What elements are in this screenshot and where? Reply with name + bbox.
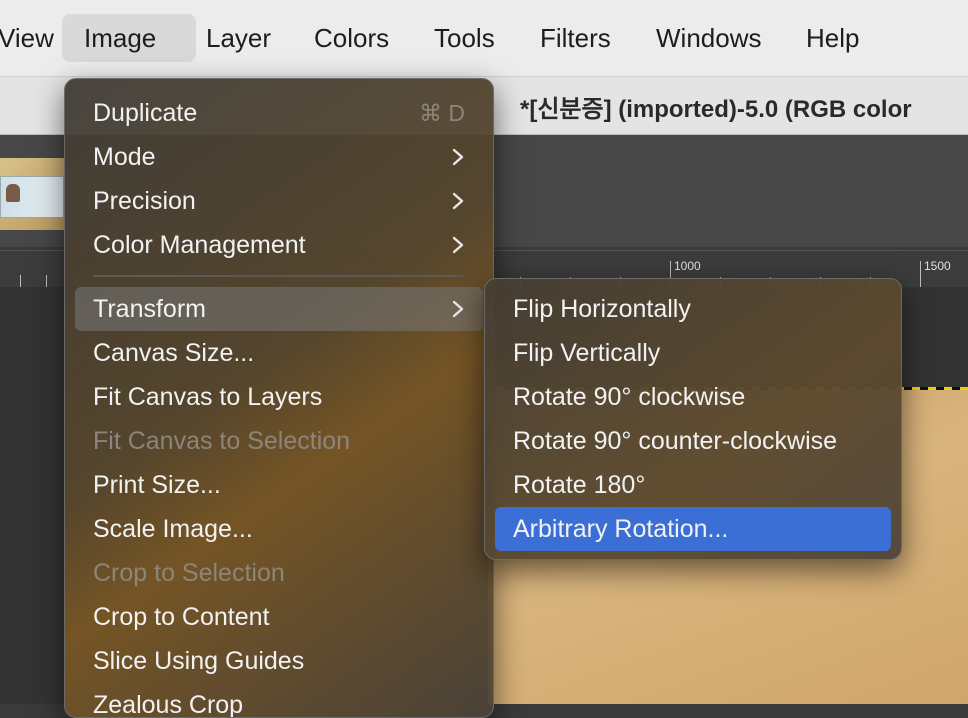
menu-item-label: Flip Vertically	[513, 339, 661, 367]
window-title: *[신분증] (imported)-5.0 (RGB color	[520, 96, 912, 123]
menu-help[interactable]: Help	[784, 14, 881, 62]
image-tab-thumbnail[interactable]	[0, 158, 64, 230]
chevron-right-icon	[452, 236, 464, 254]
menu-item-rotate-90-cw[interactable]: Rotate 90° clockwise	[495, 375, 891, 419]
menu-item-label: Fit Canvas to Layers	[93, 383, 323, 411]
menu-bar: View Image Layer Colors Tools Filters Wi…	[0, 0, 968, 77]
photo-face-thumbnail	[6, 184, 20, 202]
menu-item-fit-canvas-to-layers[interactable]: Fit Canvas to Layers	[75, 375, 483, 419]
menu-item-label: Crop to Content	[93, 603, 270, 631]
menu-item-label: Scale Image...	[93, 515, 253, 543]
chevron-right-icon	[452, 148, 464, 166]
menu-item-slice-using-guides[interactable]: Slice Using Guides	[75, 639, 483, 683]
menu-item-crop-to-selection: Crop to Selection	[75, 551, 483, 595]
transform-submenu: Flip Horizontally Flip Vertically Rotate…	[484, 278, 902, 560]
menu-image[interactable]: Image	[62, 14, 196, 62]
menu-item-transform[interactable]: Transform	[75, 287, 483, 331]
menu-item-label: Canvas Size...	[93, 339, 255, 367]
menu-item-precision[interactable]: Precision	[75, 179, 483, 223]
menu-item-duplicate[interactable]: Duplicate ⌘ D	[75, 91, 483, 135]
menu-item-flip-horizontally[interactable]: Flip Horizontally	[495, 287, 891, 331]
menu-separator	[93, 275, 465, 277]
menu-item-rotate-180[interactable]: Rotate 180°	[495, 463, 891, 507]
menu-item-rotate-90-ccw[interactable]: Rotate 90° counter-clockwise	[495, 419, 891, 463]
menu-item-arbitrary-rotation[interactable]: Arbitrary Rotation...	[495, 507, 891, 551]
menu-item-label: Print Size...	[93, 471, 221, 499]
menu-item-label: Crop to Selection	[93, 559, 285, 587]
menu-item-label: Mode	[93, 143, 156, 171]
menu-colors[interactable]: Colors	[292, 14, 411, 62]
menu-tools[interactable]: Tools	[412, 14, 517, 62]
chevron-right-icon	[452, 192, 464, 210]
menu-item-label: Flip Horizontally	[513, 295, 691, 323]
image-menu: Duplicate ⌘ D Mode Precision Color Manag…	[64, 78, 494, 718]
menu-item-color-management[interactable]: Color Management	[75, 223, 483, 267]
ruler-label-1000: 1000	[674, 259, 701, 273]
menu-filters[interactable]: Filters	[518, 14, 633, 62]
menu-item-label: Duplicate	[93, 99, 198, 127]
menu-item-label: Rotate 90° clockwise	[513, 383, 746, 411]
menu-item-label: Rotate 180°	[513, 471, 646, 499]
menu-item-label: Color Management	[93, 231, 306, 259]
menu-item-flip-vertically[interactable]: Flip Vertically	[495, 331, 891, 375]
menu-item-fit-canvas-to-selection: Fit Canvas to Selection	[75, 419, 483, 463]
menu-item-print-size[interactable]: Print Size...	[75, 463, 483, 507]
menu-item-label: Zealous Crop	[93, 691, 244, 718]
menu-item-crop-to-content[interactable]: Crop to Content	[75, 595, 483, 639]
menu-item-label: Arbitrary Rotation...	[513, 515, 729, 543]
ruler-label-1500: 1500	[924, 259, 951, 273]
menu-item-label: Transform	[93, 295, 206, 323]
menu-layer[interactable]: Layer	[184, 14, 293, 62]
shortcut-label: ⌘ D	[419, 100, 465, 126]
chevron-right-icon	[452, 300, 464, 318]
menu-item-label: Slice Using Guides	[93, 647, 305, 675]
menu-item-label: Precision	[93, 187, 196, 215]
menu-item-canvas-size[interactable]: Canvas Size...	[75, 331, 483, 375]
menu-item-label: Fit Canvas to Selection	[93, 427, 351, 455]
menu-item-label: Rotate 90° counter-clockwise	[513, 427, 838, 455]
menu-item-zealous-crop[interactable]: Zealous Crop	[75, 683, 483, 718]
menu-windows[interactable]: Windows	[634, 14, 783, 62]
menu-item-mode[interactable]: Mode	[75, 135, 483, 179]
menu-item-scale-image[interactable]: Scale Image...	[75, 507, 483, 551]
